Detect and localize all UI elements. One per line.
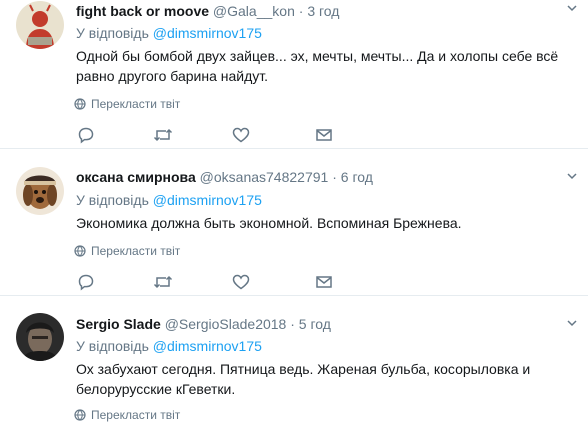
separator-dot: · bbox=[298, 3, 304, 19]
globe-icon bbox=[74, 409, 86, 421]
tweet-timestamp[interactable]: 5 год bbox=[299, 316, 331, 332]
tweet-actions bbox=[76, 125, 376, 145]
tweet-actions bbox=[76, 272, 376, 292]
chevron-down-icon[interactable] bbox=[566, 2, 578, 17]
tweet-text: Ох забухают сегодня. Пятница ведь. Жарен… bbox=[76, 361, 531, 397]
reply-icon[interactable] bbox=[76, 125, 96, 145]
envelope-icon[interactable] bbox=[314, 125, 334, 145]
display-name[interactable]: Sergio Slade bbox=[76, 316, 161, 332]
tweet[interactable]: Sergio Slade @SergioSlade2018 · 5 год У … bbox=[0, 297, 588, 425]
reply-context: У відповідь @dimsmirnov175 bbox=[76, 337, 262, 355]
avatar[interactable] bbox=[16, 313, 64, 361]
reply-prefix: У відповідь bbox=[76, 338, 149, 354]
tweet-header: Sergio Slade @SergioSlade2018 · 5 год bbox=[76, 314, 331, 334]
translate-tweet-link[interactable]: Перекласти твіт bbox=[74, 243, 180, 259]
translate-tweet-link[interactable]: Перекласти твіт bbox=[74, 96, 180, 112]
translate-label: Перекласти твіт bbox=[91, 244, 181, 258]
reply-mention-link[interactable]: @dimsmirnov175 bbox=[153, 192, 262, 208]
tweet[interactable]: fight back or moove @Gala__kon · 3 год У… bbox=[0, 0, 588, 149]
retweet-icon[interactable] bbox=[153, 125, 173, 145]
username-handle[interactable]: @Gala__kon bbox=[213, 3, 295, 19]
translate-label: Перекласти твіт bbox=[91, 97, 181, 111]
display-name[interactable]: оксана смирнова bbox=[76, 169, 196, 185]
tweet-header: оксана смирнова @oksanas74822791 · 6 год bbox=[76, 167, 373, 187]
reply-prefix: У відповідь bbox=[76, 192, 149, 208]
envelope-icon[interactable] bbox=[314, 272, 334, 292]
tweet-timestamp[interactable]: 6 год bbox=[341, 169, 373, 185]
display-name[interactable]: fight back or moove bbox=[76, 3, 209, 19]
avatar[interactable] bbox=[16, 167, 64, 215]
heart-icon[interactable] bbox=[231, 272, 251, 292]
globe-icon bbox=[74, 245, 86, 257]
globe-icon bbox=[74, 98, 86, 110]
reply-mention-link[interactable]: @dimsmirnov175 bbox=[153, 25, 262, 41]
avatar[interactable] bbox=[16, 1, 64, 49]
username-handle[interactable]: @SergioSlade2018 bbox=[165, 316, 287, 332]
username-handle[interactable]: @oksanas74822791 bbox=[200, 169, 329, 185]
separator-dot: · bbox=[290, 316, 295, 332]
chevron-down-icon[interactable] bbox=[566, 170, 578, 185]
tweet-text: Экономика должна быть экономной. Вспомин… bbox=[76, 215, 462, 231]
translate-tweet-link[interactable]: Перекласти твіт bbox=[74, 407, 180, 423]
reply-mention-link[interactable]: @dimsmirnov175 bbox=[153, 338, 262, 354]
tweet-text: Одной бы бомбой двух зайцев... эх, мечты… bbox=[76, 48, 559, 84]
reply-context: У відповідь @dimsmirnov175 bbox=[76, 191, 262, 209]
reply-icon[interactable] bbox=[76, 272, 96, 292]
tweet-timestamp[interactable]: 3 год bbox=[307, 3, 339, 19]
reply-context: У відповідь @dimsmirnov175 bbox=[76, 24, 262, 42]
tweet[interactable]: оксана смирнова @oksanas74822791 · 6 год… bbox=[0, 150, 588, 296]
reply-prefix: У відповідь bbox=[76, 25, 149, 41]
tweet-header: fight back or moove @Gala__kon · 3 год bbox=[76, 1, 339, 21]
translate-label: Перекласти твіт bbox=[91, 408, 181, 422]
separator-dot: · bbox=[332, 169, 337, 185]
retweet-icon[interactable] bbox=[153, 272, 173, 292]
chevron-down-icon[interactable] bbox=[566, 317, 578, 332]
heart-icon[interactable] bbox=[231, 125, 251, 145]
